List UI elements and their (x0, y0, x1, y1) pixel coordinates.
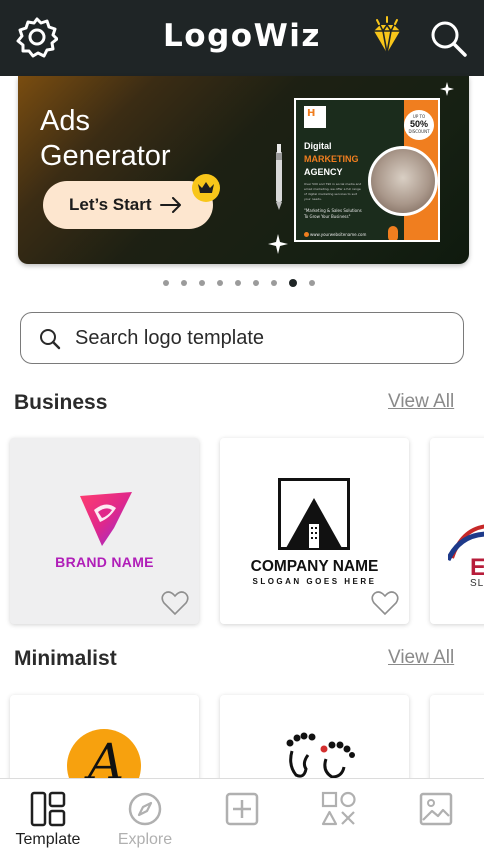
nav-explore-label: Explore (117, 831, 173, 848)
company-name-text: COMPANY NAME (250, 558, 379, 575)
ads-generator-banner[interactable]: Ads Generator Let’s Start H Digital MARK… (18, 76, 469, 264)
search-icon (40, 329, 61, 350)
partial-slogan-text: SL (470, 578, 484, 589)
bottom-navigation: Template Explore (0, 778, 484, 860)
carousel-dot-active[interactable] (289, 279, 297, 287)
app-title: LogoWiz (163, 18, 321, 54)
app-header: LogoWiz (0, 0, 484, 76)
carousel-dot[interactable] (253, 280, 259, 286)
shapes-icon (321, 791, 356, 826)
carousel-dot[interactable] (271, 280, 277, 286)
flyer-tagline: "Marketing & Sales Solutions To Grow You… (304, 208, 362, 219)
flyer-headline-2: MARKETING (304, 154, 359, 164)
search-placeholder: Search logo template (75, 327, 265, 349)
section-title-business: Business (14, 391, 108, 414)
template-grid-icon (30, 791, 66, 827)
nav-create[interactable] (194, 791, 290, 827)
search-input[interactable]: Search logo template (20, 312, 464, 364)
app-screen: LogoWiz Ads Generator Let’s Start H Digi… (0, 0, 484, 860)
offer-off: DISCOUNT (408, 129, 430, 134)
globe-icon (304, 232, 309, 237)
carousel-dot[interactable] (199, 280, 205, 286)
template-card-company[interactable]: COMPANY NAME SLOGAN GOES HERE (220, 438, 409, 624)
view-all-business-link[interactable]: View All (388, 391, 454, 413)
lets-start-button[interactable]: Let’s Start (43, 181, 213, 229)
nav-explore[interactable]: Explore (97, 791, 193, 849)
carousel-indicator (163, 279, 315, 287)
slogan-text: SLOGAN GOES HERE (252, 577, 377, 586)
flyer-photo (368, 146, 438, 216)
marketing-flyer-preview: H Digital MARKETING AGENCY Over 500 and … (294, 98, 440, 242)
banner-title: Ads Generator (40, 104, 171, 174)
sparkle-icon (268, 234, 288, 254)
view-all-minimalist-link[interactable]: View All (388, 647, 454, 669)
heart-icon[interactable] (161, 590, 189, 616)
flyer-pill (388, 226, 398, 240)
banner-title-line2: Generator (40, 140, 171, 172)
banner-title-line1: Ads (40, 105, 90, 137)
search-icon[interactable] (428, 18, 468, 58)
flyer-website: www.yourwebsitename.com (310, 232, 367, 237)
heart-icon[interactable] (371, 590, 399, 616)
carousel-dot[interactable] (309, 280, 315, 286)
carousel-dot[interactable] (163, 280, 169, 286)
image-icon (419, 792, 453, 826)
diamond-icon[interactable] (366, 16, 408, 58)
flyer-body: Over 500 and 790 in social media and ema… (304, 182, 362, 201)
template-card-brand[interactable]: BRAND NAME (10, 438, 199, 624)
brand-name-text: BRAND NAME (55, 554, 154, 570)
lets-start-label: Let’s Start (69, 195, 152, 214)
offer-pct: 50% (409, 119, 428, 129)
carousel-dot[interactable] (217, 280, 223, 286)
nav-gallery[interactable] (388, 791, 484, 827)
nav-template[interactable]: Template (0, 791, 96, 849)
arrow-right-icon (159, 197, 181, 213)
flyer-headline-3: AGENCY (304, 167, 343, 177)
footprint-logo-icon (286, 732, 355, 779)
brand-logo-mark-icon (80, 492, 132, 546)
flyer-brand-logo: H (304, 106, 326, 128)
nav-shapes[interactable] (291, 791, 387, 827)
pen-icon (276, 144, 282, 210)
building-logo-icon (278, 478, 350, 550)
flyer-headline: Digital MARKETING AGENCY (304, 140, 359, 179)
nav-template-label: Template (15, 831, 81, 848)
flyer-offer-badge: UP TO 50% DISCOUNT (404, 110, 434, 140)
sparkle-icon (440, 82, 454, 96)
crown-icon (192, 174, 220, 202)
add-square-icon (225, 792, 259, 826)
carousel-dot[interactable] (235, 280, 241, 286)
template-card-partial[interactable]: E SL (430, 438, 484, 624)
compass-icon (128, 792, 162, 826)
section-title-minimalist: Minimalist (14, 647, 117, 670)
flyer-headline-1: Digital (304, 141, 332, 151)
carousel-dot[interactable] (181, 280, 187, 286)
